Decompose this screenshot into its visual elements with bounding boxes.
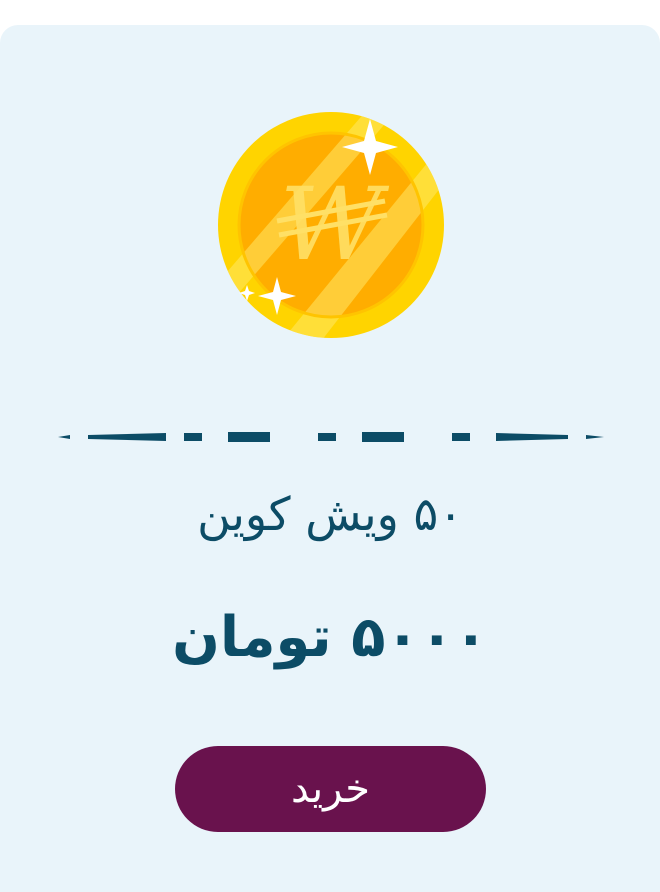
package-price: ۵۰۰۰ تومان <box>172 605 488 670</box>
wish-coin-icon: W <box>215 109 447 341</box>
buy-button[interactable]: خرید <box>175 746 486 832</box>
dashed-divider <box>58 432 604 442</box>
package-title: ۵۰ ویش کوین <box>197 487 463 541</box>
coin-package-card: W ۵۰ ویش کوین ۵۰۰۰ تومان خرید <box>0 25 660 892</box>
